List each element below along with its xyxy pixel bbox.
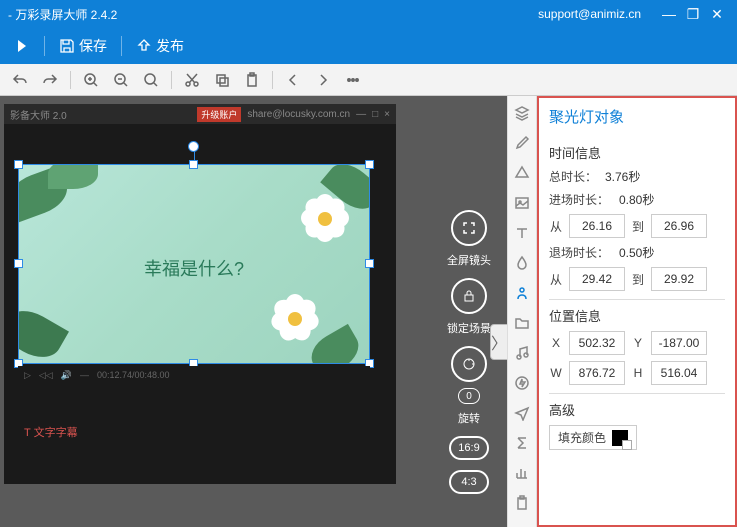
clipboard-icon[interactable] <box>511 492 533 514</box>
shape-icon[interactable] <box>511 162 533 184</box>
embedded-max-icon: □ <box>372 109 378 120</box>
redo-button[interactable] <box>36 67 64 93</box>
paste-button[interactable] <box>238 67 266 93</box>
chart-icon[interactable] <box>511 462 533 484</box>
save-label: 保存 <box>79 36 107 56</box>
w-input[interactable] <box>569 361 625 385</box>
cut-button[interactable] <box>178 67 206 93</box>
embedded-window: 影备大师 2.0 升级账户 share@locusky.com.cn — □ ×… <box>4 104 396 484</box>
fill-color-label: 填充颜色 <box>558 429 606 446</box>
save-button[interactable]: 保存 <box>51 32 115 60</box>
more-button[interactable] <box>339 67 367 93</box>
total-duration-value: 3.76秒 <box>605 168 640 185</box>
ratio-4-3-button[interactable]: 4:3 <box>449 470 489 494</box>
enter-duration-label: 进场时长： <box>549 191 613 208</box>
rotate-value: 0 <box>458 388 480 404</box>
close-button[interactable]: ✕ <box>705 6 729 23</box>
undo-button[interactable] <box>6 67 34 93</box>
x-input[interactable] <box>569 331 625 355</box>
fullscreen-camera-button[interactable] <box>451 210 487 246</box>
minimize-button[interactable]: — <box>657 6 681 22</box>
advanced-section-title: 高级 <box>549 393 725 419</box>
to-label-2: 到 <box>631 271 645 288</box>
exit-duration-label: 退场时长： <box>549 244 613 261</box>
exit-to-input[interactable] <box>651 267 707 291</box>
pencil-icon[interactable] <box>511 132 533 154</box>
zoom-in-button[interactable] <box>77 67 105 93</box>
h-label: H <box>631 366 645 380</box>
enter-to-input[interactable] <box>651 214 707 238</box>
timecode: 00:12.74/00:48.00 <box>97 370 170 380</box>
image-icon[interactable] <box>511 192 533 214</box>
publish-icon <box>136 38 152 54</box>
flash-icon[interactable] <box>511 372 533 394</box>
enter-from-input[interactable] <box>569 214 625 238</box>
layers-icon[interactable] <box>511 102 533 124</box>
side-toolbar <box>507 96 537 527</box>
expand-panel-button[interactable]: 〉 <box>490 324 507 360</box>
sigma-icon[interactable] <box>511 432 533 454</box>
to-label: 到 <box>631 218 645 235</box>
plane-icon[interactable] <box>511 402 533 424</box>
fullscreen-label: 全屏镜头 <box>447 252 491 268</box>
fill-color-button[interactable]: 填充颜色 <box>549 425 637 450</box>
exit-duration-value: 0.50秒 <box>619 244 654 261</box>
publish-label: 发布 <box>156 36 184 56</box>
lock-scene-button[interactable] <box>451 278 487 314</box>
publish-button[interactable]: 发布 <box>128 32 192 60</box>
exit-from-input[interactable] <box>569 267 625 291</box>
time-section-title: 时间信息 <box>549 137 725 162</box>
video-caption: 幸福是什么? <box>144 255 244 281</box>
y-label: Y <box>631 336 645 350</box>
video-frame: 幸福是什么? <box>18 164 370 364</box>
forward-button[interactable] <box>309 67 337 93</box>
from-label: 从 <box>549 218 563 235</box>
rotate-button[interactable] <box>451 346 487 382</box>
person-icon[interactable] <box>511 282 533 304</box>
embedded-min-icon: — <box>356 109 366 120</box>
maximize-button[interactable]: ❐ <box>681 6 705 23</box>
zoom-fit-button[interactable] <box>137 67 165 93</box>
text-icon[interactable] <box>511 222 533 244</box>
w-label: W <box>549 366 563 380</box>
ratio-16-9-button[interactable]: 16:9 <box>449 436 489 460</box>
app-title: - 万彩录屏大师 2.4.2 <box>8 6 538 23</box>
y-input[interactable] <box>651 331 707 355</box>
copy-button[interactable] <box>208 67 236 93</box>
save-icon <box>59 38 75 54</box>
arrow-right-button[interactable] <box>6 34 38 58</box>
total-duration-label: 总时长： <box>549 168 599 185</box>
back-button[interactable] <box>279 67 307 93</box>
zoom-out-button[interactable] <box>107 67 135 93</box>
player-controls[interactable]: ▷◁◁🔊— 00:12.74/00:48.00 <box>18 366 370 384</box>
embedded-title: 影备大师 2.0 <box>10 107 67 122</box>
canvas-area[interactable]: 影备大师 2.0 升级账户 share@locusky.com.cn — □ ×… <box>0 96 507 527</box>
embedded-close-icon: × <box>384 109 390 120</box>
drop-icon[interactable] <box>511 252 533 274</box>
x-label: X <box>549 336 563 350</box>
h-input[interactable] <box>651 361 707 385</box>
lock-label: 锁定场景 <box>447 320 491 336</box>
embedded-url: share@locusky.com.cn <box>247 109 350 120</box>
support-link[interactable]: support@animiz.cn <box>538 7 641 21</box>
enter-duration-value: 0.80秒 <box>619 191 654 208</box>
rotate-label: 旋转 <box>458 410 480 426</box>
toolbar <box>0 64 737 96</box>
from-label-2: 从 <box>549 271 563 288</box>
rotate-handle[interactable] <box>188 141 199 152</box>
folder-icon[interactable] <box>511 312 533 334</box>
panel-title: 聚光灯对象 <box>549 106 725 127</box>
upgrade-badge: 升级账户 <box>197 107 241 122</box>
color-swatch-icon <box>612 430 628 446</box>
properties-panel: 聚光灯对象 时间信息 总时长： 3.76秒 进场时长： 0.80秒 从 到 退场时长… <box>537 96 737 527</box>
music-icon[interactable] <box>511 342 533 364</box>
position-section-title: 位置信息 <box>549 299 725 325</box>
subtitle-button[interactable]: T 文字字幕 <box>24 424 78 440</box>
